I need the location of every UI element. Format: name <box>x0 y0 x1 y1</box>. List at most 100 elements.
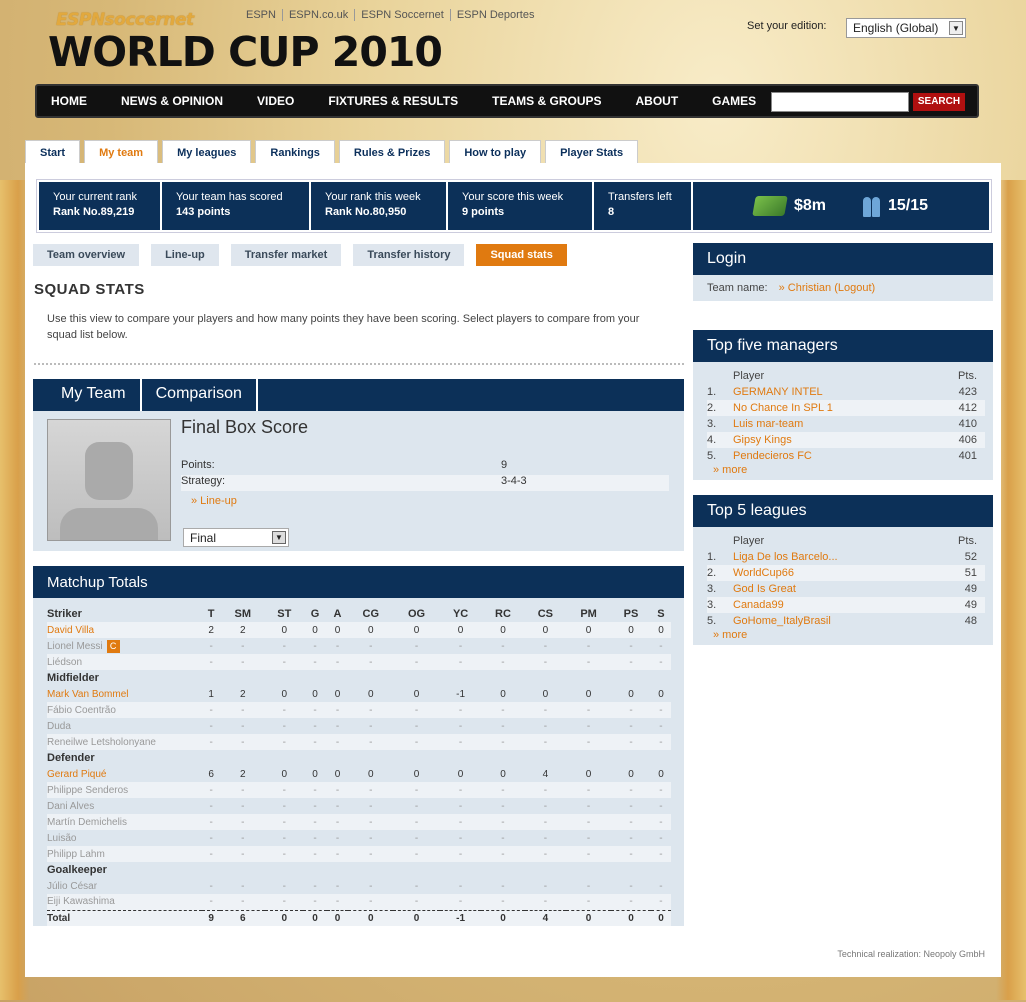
tab-comparison[interactable]: Comparison <box>142 379 258 411</box>
column-header <box>202 750 220 766</box>
edition-select[interactable]: English (Global) ▼ <box>846 18 966 38</box>
entry-link[interactable]: Canada99 <box>733 599 945 611</box>
column-header <box>393 862 440 878</box>
column-header <box>566 862 611 878</box>
table-row[interactable]: Luisão - - - - - - - - - - - - - <box>47 830 671 846</box>
avatar <box>47 419 171 541</box>
list-item[interactable]: 3. Canada99 49 <box>707 597 985 613</box>
player-name[interactable]: David Villa <box>47 622 202 638</box>
tab-how-to-play[interactable]: How to play <box>449 140 542 164</box>
list-item[interactable]: 1. GERMANY INTEL 423 <box>707 384 985 400</box>
stat-cell: 0 <box>585 768 592 780</box>
managers-more-link[interactable]: » more <box>693 464 993 480</box>
subtab-squad-stats[interactable]: Squad stats <box>476 244 567 266</box>
table-row[interactable]: Philipp Lahm - - - - - - - - - - - - - <box>47 846 671 862</box>
top-managers-list: Player Pts. 1. GERMANY INTEL 423 2. No Chance … <box>693 362 993 464</box>
search-button[interactable]: SEARCH <box>913 93 965 111</box>
list-item[interactable]: 2. No Chance In SPL 1 412 <box>707 400 985 416</box>
stat-cell: 0 <box>628 768 634 780</box>
entry-link[interactable]: Luis mar-team <box>733 418 945 430</box>
nav-news-opinion[interactable]: NEWS & OPINION <box>121 94 223 108</box>
list-item[interactable]: 3. God Is Great 49 <box>707 581 985 597</box>
subtab-transfer-history[interactable]: Transfer history <box>353 244 465 266</box>
toplink-espn-uk[interactable]: ESPN.co.uk <box>281 9 354 21</box>
table-row[interactable]: Duda - - - - - - - - - - - - - <box>47 718 671 734</box>
subtab-line-up[interactable]: Line-up <box>151 244 219 266</box>
matchup-title: Matchup Totals <box>33 566 684 598</box>
nav-about[interactable]: ABOUT <box>636 94 679 108</box>
list-header: Player Pts. <box>707 368 985 384</box>
nav-games[interactable]: GAMES <box>712 94 756 108</box>
entry-link[interactable]: God Is Great <box>733 583 945 595</box>
chevron-down-icon[interactable]: ▼ <box>272 531 286 544</box>
lineup-link[interactable]: » Line-up <box>191 495 237 507</box>
list-item[interactable]: 5. Pendecieros FC 401 <box>707 448 985 464</box>
table-row[interactable]: Martín Demichelis - - - - - - - - - - - - - <box>47 814 671 830</box>
player-name[interactable]: Mark Van Bommel <box>47 686 202 702</box>
table-row[interactable]: Liédson - - - - - - - - - - - - - <box>47 654 671 670</box>
entry-link[interactable]: No Chance In SPL 1 <box>733 402 945 414</box>
entry-link[interactable]: Pendecieros FC <box>733 450 945 462</box>
stat-cell: - <box>566 894 612 910</box>
round-select[interactable]: Final ▼ <box>183 528 289 547</box>
list-header: Player Pts. <box>707 533 985 549</box>
table-row[interactable]: Fábio Coentrão - - - - - - - - - - - - - <box>47 702 671 718</box>
table-row[interactable]: Júlio César - - - - - - - - - - - - - <box>47 878 671 894</box>
total-cell: 0 <box>265 909 304 926</box>
list-item[interactable]: 2. WorldCup66 51 <box>707 565 985 581</box>
team-name-link[interactable]: » Christian (Logout) <box>779 282 876 294</box>
player-name: Júlio César <box>47 880 98 892</box>
table-row[interactable]: Philippe Senderos - - - - - - - - - - - - - <box>47 782 671 798</box>
nav-video[interactable]: VIDEO <box>257 94 294 108</box>
nav-home[interactable]: HOME <box>51 94 87 108</box>
stat-cell: 0 <box>439 622 482 638</box>
group-header-row: Goalkeeper <box>47 862 671 878</box>
subtab-transfer-market[interactable]: Transfer market <box>230 244 342 266</box>
column-header <box>220 670 265 686</box>
subtab-team-overview[interactable]: Team overview <box>33 244 140 266</box>
player-name[interactable]: Gerard Piqué <box>47 766 202 782</box>
tab-my-leagues[interactable]: My leagues <box>162 140 252 164</box>
stat-cell: - <box>303 734 327 750</box>
table-row[interactable]: Gerard Piqué 6 2 0 0 0 0 0 0 0 4 0 0 0 <box>47 766 671 782</box>
entry-link[interactable]: WorldCup66 <box>733 567 945 579</box>
tab-player-stats[interactable]: Player Stats <box>545 140 639 164</box>
table-row[interactable]: Mark Van Bommel 1 2 0 0 0 0 0 -1 0 0 0 0 0 <box>47 686 671 702</box>
stat-cell: - <box>650 782 671 798</box>
list-item[interactable]: 5. GoHome_ItalyBrasil 48 <box>707 613 985 629</box>
table-row[interactable]: Lionel Messi C - - - - - - - - - - - - - <box>47 638 671 654</box>
tab-rules-prizes[interactable]: Rules & Prizes <box>338 140 446 164</box>
list-item[interactable]: 3. Luis mar-team 410 <box>707 416 985 432</box>
table-row[interactable]: Reneilwe Letsholonyane - - - - - - - - - - - - - <box>47 734 671 750</box>
entry-link[interactable]: GERMANY INTEL <box>733 386 945 398</box>
table-row[interactable]: Eiji Kawashima - - - - - - - - - - - - - <box>47 894 671 910</box>
search-input[interactable] <box>771 92 909 112</box>
nav-fixtures-results[interactable]: FIXTURES & RESULTS <box>328 94 458 108</box>
entry-link[interactable]: Gipsy Kings <box>733 434 945 446</box>
leagues-more-link[interactable]: » more <box>693 629 993 645</box>
tab-my-team[interactable]: My team <box>84 140 159 164</box>
stat-cell: - <box>439 894 482 910</box>
stat-cell: - <box>543 720 548 732</box>
nav-teams-groups[interactable]: TEAMS & GROUPS <box>492 94 601 108</box>
matchup-table: Striker T SM ST G A CG OG YC RC CS PM PS S David Villa… <box>47 606 671 926</box>
stat-cell: 0 <box>281 688 288 700</box>
list-item[interactable]: 1. Liga De los Barcelo... 52 <box>707 549 985 565</box>
toplink-espn[interactable]: ESPN <box>240 9 282 21</box>
player-name: Duda <box>47 720 71 732</box>
entry-link[interactable]: GoHome_ItalyBrasil <box>733 615 945 627</box>
tab-my-team-panel[interactable]: My Team <box>47 379 142 411</box>
chevron-down-icon[interactable]: ▼ <box>949 21 963 35</box>
table-row[interactable]: Dani Alves - - - - - - - - - - - - - <box>47 798 671 814</box>
table-row[interactable]: David Villa 2 2 0 0 0 0 0 0 0 0 0 0 0 <box>47 622 671 638</box>
toplink-espn-deportes[interactable]: ESPN Deportes <box>449 9 541 21</box>
stat-cell: - <box>481 894 525 910</box>
column-header <box>481 750 524 766</box>
position-group-label: Striker <box>47 608 82 620</box>
espn-soccernet-logo[interactable]: ESPNsoccernet <box>56 10 194 30</box>
tab-start[interactable]: Start <box>25 140 81 164</box>
tab-rankings[interactable]: Rankings <box>255 140 335 164</box>
list-item[interactable]: 4. Gipsy Kings 406 <box>707 432 985 448</box>
toplink-espn-soccernet[interactable]: ESPN Soccernet <box>354 9 450 21</box>
entry-link[interactable]: Liga De los Barcelo... <box>733 551 945 563</box>
